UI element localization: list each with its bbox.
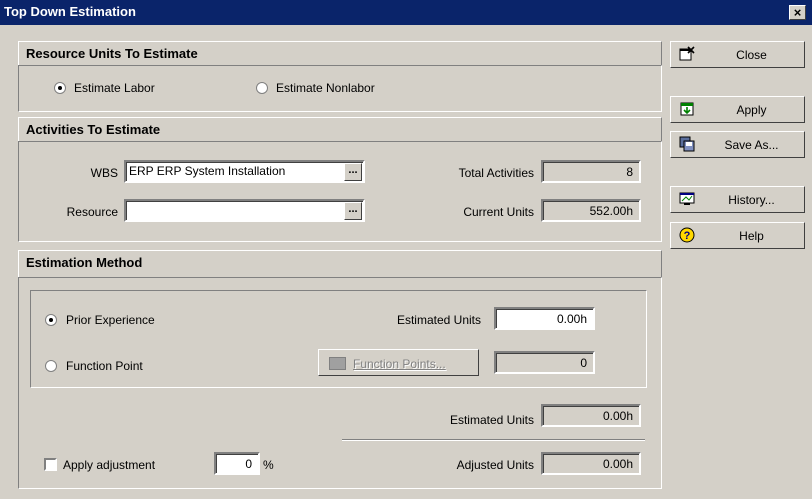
estimated-units-total-value: 0.00h [602,409,633,423]
adjusted-units-value: 0.00h [602,457,633,471]
apply-adjustment-checkbox[interactable] [44,458,57,471]
function-point-radio[interactable] [45,360,57,372]
apply-icon [680,102,694,116]
current-units-value: 552.00h [589,204,633,218]
activities-header: Activities To Estimate [18,117,662,142]
function-points-icon [329,357,346,370]
estimated-units-total-label: Estimated Units [449,413,534,427]
help-button-label: Help [739,229,764,243]
percent-label: % [263,458,274,472]
history-button[interactable]: History... [670,186,805,213]
history-button-label: History... [728,193,775,207]
resource-units-header: Resource Units To Estimate [18,41,662,66]
activities-header-label: Activities To Estimate [26,122,161,137]
wbs-browse-button[interactable]: ... [344,163,362,181]
estimate-nonlabor-label[interactable]: Estimate Nonlabor [276,81,375,95]
estimated-units-field[interactable]: 0.00h [494,307,595,330]
wbs-value: ERP ERP System Installation [129,164,286,178]
divider [342,439,645,441]
save-as-button-label: Save As... [724,138,779,152]
help-button[interactable]: ? Help [670,222,805,249]
window-title: Top Down Estimation [4,4,136,19]
adjustment-percent-value: 0 [245,457,252,471]
close-x-icon: × [793,5,802,20]
resource-field[interactable]: ... [124,199,365,222]
wbs-label: WBS [90,166,118,180]
function-point-label[interactable]: Function Point [66,359,143,373]
estimated-units-value: 0.00h [556,312,587,326]
title-bar: Top Down Estimation × [0,0,812,25]
adjusted-units-label: Adjusted Units [456,458,534,472]
estimate-nonlabor-radio[interactable] [256,82,268,94]
ellipsis-icon: ... [348,203,358,215]
wbs-field[interactable]: ERP ERP System Installation ... [124,160,365,183]
resource-label: Resource [66,205,118,219]
resource-browse-button[interactable]: ... [344,202,362,220]
estimated-units-total-field: 0.00h [541,404,641,427]
prior-experience-label[interactable]: Prior Experience [66,313,155,327]
function-points-value: 0 [580,356,587,370]
apply-adjustment-label[interactable]: Apply adjustment [63,458,155,472]
estimation-method-header-label: Estimation Method [26,255,143,270]
estimate-labor-label[interactable]: Estimate Labor [74,81,155,95]
estimate-labor-radio[interactable] [54,82,66,94]
activities-panel [18,141,662,242]
total-activities-value: 8 [626,165,633,179]
estimation-method-header: Estimation Method [18,250,662,278]
window-close-button[interactable]: × [789,5,806,20]
current-units-label: Current Units [463,205,534,219]
history-icon [679,192,695,205]
current-units-field: 552.00h [541,199,641,222]
estimated-units-label: Estimated Units [396,313,481,327]
adjustment-percent-field[interactable]: 0 [214,452,260,475]
adjusted-units-field: 0.00h [541,452,641,475]
svg-text:?: ? [684,230,691,242]
total-activities-field: 8 [541,160,641,183]
close-button[interactable]: Close [670,41,805,68]
close-button-label: Close [736,48,767,62]
ellipsis-icon: ... [348,164,358,176]
help-icon: ? [679,227,695,243]
function-points-field: 0 [494,351,595,374]
function-points-button[interactable]: Function Points... [318,349,479,376]
resource-units-header-label: Resource Units To Estimate [26,46,198,61]
function-points-button-label: Function Points... [353,357,446,371]
apply-button-label: Apply [736,103,767,117]
apply-button[interactable]: Apply [670,96,805,123]
save-as-icon [679,136,695,152]
window-close-icon [679,46,695,61]
save-as-button[interactable]: Save As... [670,131,805,158]
total-activities-label: Total Activities [458,166,534,180]
prior-experience-radio[interactable] [45,314,57,326]
